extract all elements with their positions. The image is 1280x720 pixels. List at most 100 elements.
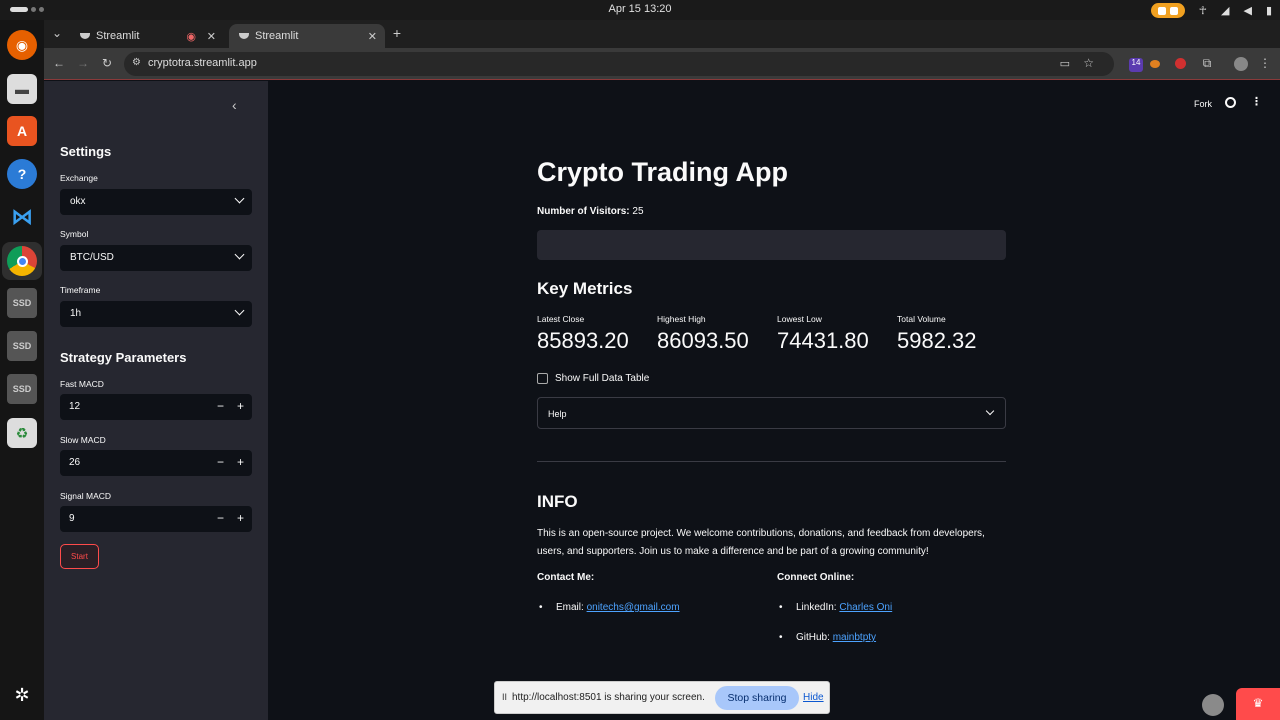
drive-ssd-icon[interactable]: SSD: [7, 288, 37, 318]
browser-tab-active[interactable]: Streamlit ✕: [229, 24, 385, 48]
signal-macd-label: Signal MACD: [60, 491, 112, 501]
profile-avatar-icon[interactable]: [1234, 57, 1248, 71]
app-dock: ◉ ▬ A ? ⋈ SSD SSD SSD ♻ ✲: [0, 20, 44, 720]
stop-sharing-button[interactable]: Stop sharing: [715, 686, 799, 710]
extension-icon[interactable]: [1175, 58, 1186, 69]
fast-macd-value[interactable]: 12: [69, 401, 80, 412]
accessibility-icon[interactable]: ☥: [1199, 4, 1207, 17]
hide-button[interactable]: Hide: [803, 692, 824, 703]
back-icon[interactable]: ←: [51, 56, 67, 70]
visitors-value: 25: [632, 206, 644, 217]
timeframe-value: 1h: [70, 308, 82, 319]
tab-close-icon[interactable]: ✕: [207, 30, 216, 43]
wifi-icon[interactable]: ◢: [1221, 4, 1229, 17]
info-paragraph: This is an open-source project. We welco…: [537, 528, 985, 557]
app-center-icon[interactable]: A: [7, 116, 37, 146]
recording-icon: ◉: [186, 30, 196, 43]
extensions-puzzle-icon[interactable]: ⧉: [1199, 56, 1215, 71]
vscode-icon[interactable]: ⋈: [7, 202, 37, 232]
metric-label: Lowest Low: [777, 314, 822, 324]
sidebar: ‹ Settings Exchange okx Symbol BTC/USD T…: [44, 81, 268, 720]
chrome-icon[interactable]: [7, 246, 37, 276]
decrement-button[interactable]: −: [217, 399, 224, 413]
slow-macd-value[interactable]: 26: [69, 457, 80, 468]
extension-icon[interactable]: [1150, 60, 1160, 68]
bookmark-star-icon[interactable]: ☆: [1083, 56, 1094, 70]
drive-ssd-icon[interactable]: SSD: [7, 331, 37, 361]
install-app-icon[interactable]: ▭: [1060, 57, 1070, 70]
streamlit-crown-icon[interactable]: ♛: [1236, 688, 1280, 720]
linkedin-link[interactable]: Charles Oni: [839, 602, 892, 613]
help-expander[interactable]: Help: [537, 397, 1006, 429]
fast-macd-input[interactable]: 12 − +: [60, 394, 252, 420]
signal-macd-input[interactable]: 9 − +: [60, 506, 252, 532]
email-link[interactable]: onitechs@gmail.com: [587, 602, 680, 613]
github-label: GitHub:: [796, 632, 830, 643]
metric-value: 74431.80: [777, 328, 869, 353]
signal-macd-value[interactable]: 9: [69, 513, 75, 524]
forward-icon[interactable]: →: [75, 56, 91, 70]
address-bar[interactable]: ⚙ cryptotra.streamlit.app ▭ ☆: [124, 52, 1114, 76]
strategy-parameters-heading: Strategy Parameters: [60, 350, 187, 365]
files-icon[interactable]: ▬: [7, 74, 37, 104]
slow-macd-input[interactable]: 26 − +: [60, 450, 252, 476]
exchange-select[interactable]: okx: [60, 189, 252, 215]
firefox-icon[interactable]: ◉: [7, 30, 37, 60]
email-label: Email:: [556, 602, 584, 613]
system-tray[interactable]: ☥ ◢ ◀ ▮: [1150, 3, 1272, 18]
visitors-label: Number of Visitors:: [537, 206, 630, 217]
tab-close-icon[interactable]: ✕: [368, 30, 377, 43]
tab-title: Streamlit: [96, 30, 140, 42]
show-data-table-checkbox-row[interactable]: Show Full Data Table: [537, 373, 649, 384]
main-menu-icon[interactable]: ⋮: [1251, 95, 1262, 108]
user-avatar[interactable]: [1202, 694, 1224, 716]
exchange-value: okx: [70, 196, 86, 207]
os-top-bar: Apr 15 13:20 ☥ ◢ ◀ ▮: [0, 0, 1280, 20]
increment-button[interactable]: +: [237, 455, 244, 469]
browser-tab-bar: ⌄ Streamlit ◉ ✕ Streamlit ✕ +: [44, 20, 1280, 48]
os-clock[interactable]: Apr 15 13:20: [0, 3, 1280, 15]
site-info-icon[interactable]: ⚙: [132, 57, 141, 68]
increment-button[interactable]: +: [237, 399, 244, 413]
symbol-select[interactable]: BTC/USD: [60, 245, 252, 271]
collapse-sidebar-icon[interactable]: ‹: [232, 97, 237, 113]
decrement-button[interactable]: −: [217, 455, 224, 469]
trash-icon[interactable]: ♻: [7, 418, 37, 448]
timeframe-select[interactable]: 1h: [60, 301, 252, 327]
show-apps-icon[interactable]: ✲: [7, 680, 37, 710]
tab-search-icon[interactable]: ⌄: [49, 26, 65, 40]
fork-button[interactable]: Fork: [1194, 99, 1212, 109]
decrement-button[interactable]: −: [217, 511, 224, 525]
metric-label: Total Volume: [897, 314, 946, 324]
volume-icon[interactable]: ◀: [1243, 4, 1251, 17]
show-data-table-checkbox[interactable]: [537, 373, 548, 384]
list-item-github: GitHub: mainbtpty: [779, 632, 876, 643]
browser-menu-icon[interactable]: ⋮: [1257, 56, 1273, 70]
start-button[interactable]: Start: [60, 544, 99, 569]
drive-ssd-icon[interactable]: SSD: [7, 374, 37, 404]
github-link[interactable]: mainbtpty: [833, 632, 876, 643]
settings-heading: Settings: [60, 144, 112, 159]
github-icon[interactable]: [1225, 97, 1236, 108]
list-item-linkedin: LinkedIn: Charles Oni: [779, 602, 892, 613]
list-item-email: Email: onitechs@gmail.com: [539, 602, 680, 613]
symbol-label: Symbol: [60, 229, 89, 239]
pause-icon: II: [502, 692, 508, 702]
extension-badge-icon[interactable]: 14: [1129, 58, 1143, 72]
symbol-value: BTC/USD: [70, 252, 114, 263]
chevron-down-icon: [234, 193, 245, 204]
metric-highest-high: Highest High 86093.50: [657, 314, 749, 354]
chevron-down-icon: [234, 249, 245, 260]
empty-placeholder-box: [537, 230, 1006, 260]
new-tab-icon[interactable]: +: [389, 25, 405, 41]
help-icon[interactable]: ?: [7, 159, 37, 189]
metric-value: 86093.50: [657, 328, 749, 353]
url-text[interactable]: cryptotra.streamlit.app: [148, 57, 257, 69]
show-data-table-label[interactable]: Show Full Data Table: [555, 373, 649, 384]
screen-share-bar: II http://localhost:8501 is sharing your…: [494, 681, 830, 714]
increment-button[interactable]: +: [237, 511, 244, 525]
browser-tab[interactable]: Streamlit ◉ ✕: [70, 24, 224, 48]
battery-icon[interactable]: ▮: [1266, 4, 1272, 17]
reload-icon[interactable]: ↻: [99, 56, 115, 70]
screen-share-indicator-icon[interactable]: [1150, 3, 1185, 18]
